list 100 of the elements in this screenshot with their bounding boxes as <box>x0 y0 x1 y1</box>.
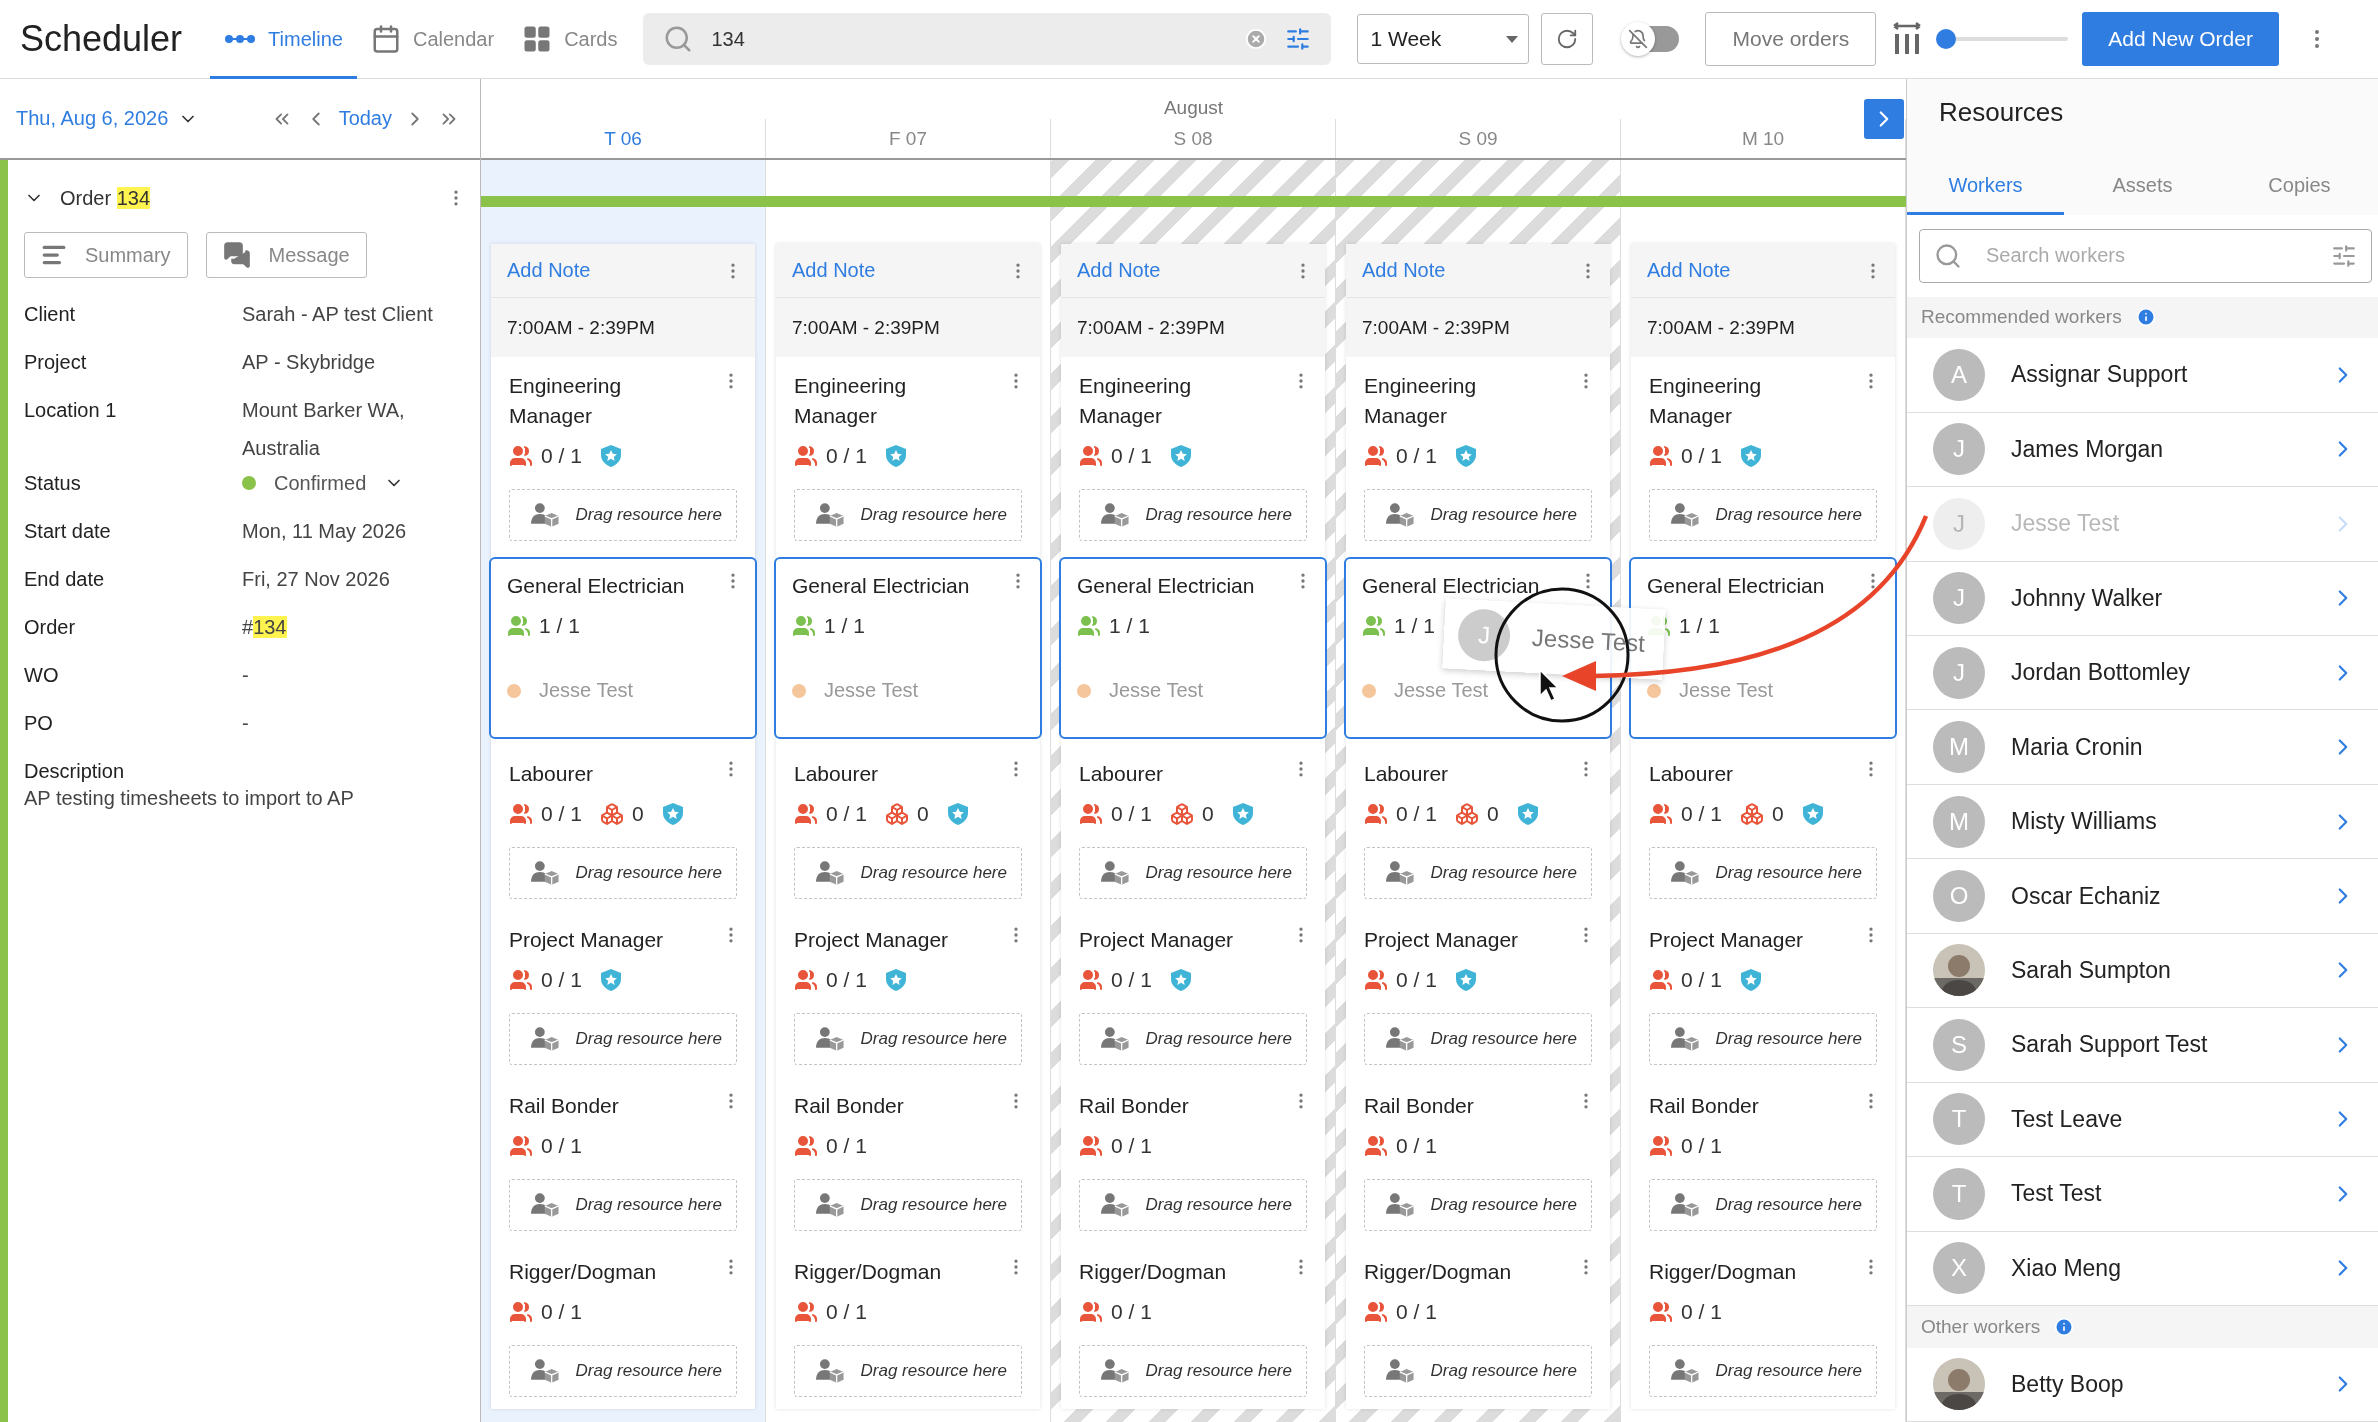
info-icon[interactable] <box>2054 1316 2075 1337</box>
role-title: General Electrician <box>1077 573 1255 599</box>
drop-zone[interactable]: Drag resource here <box>1364 1013 1592 1065</box>
timeline-icon <box>224 33 257 45</box>
view-tab[interactable]: Calendar <box>356 0 509 79</box>
person-box-icon <box>815 860 845 886</box>
view-tab[interactable]: Cards <box>508 0 632 79</box>
worker-row[interactable]: A Assignar Support <box>1907 338 2378 413</box>
role-slot-card[interactable]: General Electrician 1 / 1 Jesse Test <box>774 557 1042 739</box>
worker-name: Jordan Bottomley <box>2011 659 2191 687</box>
drop-zone[interactable]: Drag resource here <box>1079 1013 1307 1065</box>
drop-zone[interactable]: Drag resource here <box>1649 1345 1877 1397</box>
drop-zone[interactable]: Drag resource here <box>509 847 737 899</box>
worker-row[interactable]: X Xiao Meng <box>1907 1231 2378 1306</box>
search-input[interactable]: Search workers <box>1984 243 2309 269</box>
drop-zone[interactable]: Drag resource here <box>1649 489 1877 541</box>
drop-zone[interactable]: Drag resource here <box>1649 1013 1877 1065</box>
worker-row[interactable]: O Oscar Echaniz <box>1907 859 2378 934</box>
refresh-button[interactable] <box>1541 13 1594 65</box>
drop-zone[interactable]: Drag resource here <box>509 489 737 541</box>
add-note-link[interactable]: Add Note <box>1362 259 1446 282</box>
summary-button[interactable]: Summary <box>24 232 188 278</box>
drop-zone[interactable]: Drag resource here <box>509 1179 737 1231</box>
drop-zone[interactable]: Drag resource here <box>1364 1345 1592 1397</box>
asset-count: 0 <box>1771 802 1784 826</box>
filled-count: 0 / 1 <box>826 444 867 468</box>
filter-icon[interactable] <box>1285 26 1312 52</box>
filled-count: 1 / 1 <box>824 614 865 638</box>
field-label: Order <box>24 615 77 640</box>
drop-zone[interactable]: Drag resource here <box>1079 489 1307 541</box>
drop-zone[interactable]: Drag resource here <box>1364 847 1592 899</box>
drop-zone[interactable]: Drag resource here <box>1079 1345 1307 1397</box>
panel-title: Resources <box>1938 97 2065 129</box>
refresh-icon <box>1556 28 1579 50</box>
role-title: Rail Bonder <box>1079 1093 1189 1119</box>
field-label: Description <box>24 759 126 784</box>
drop-zone[interactable]: Drag resource here <box>794 847 1022 899</box>
filled-count: 1 / 1 <box>1394 614 1435 638</box>
add-note-link[interactable]: Add Note <box>507 259 591 282</box>
role-title: Rigger/Dogman <box>1079 1259 1227 1285</box>
worker-name: Misty Williams <box>2011 808 2158 836</box>
drop-zone[interactable]: Drag resource here <box>509 1013 737 1065</box>
drop-zone[interactable]: Drag resource here <box>1649 847 1877 899</box>
drop-zone[interactable]: Drag resource here <box>1364 489 1592 541</box>
add-note-link[interactable]: Add Note <box>1647 259 1731 282</box>
role-title: Rigger/Dogman <box>1649 1259 1797 1285</box>
worker-row[interactable]: J Jordan Bottomley <box>1907 636 2378 711</box>
drop-zone[interactable]: Drag resource here <box>1649 1179 1877 1231</box>
slider-thumb[interactable] <box>1936 29 1957 49</box>
search-field[interactable]: Search workers <box>1919 229 2372 283</box>
drop-zone[interactable]: Drag resource here <box>794 489 1022 541</box>
worker-row[interactable]: S Sarah Support Test <box>1907 1008 2378 1083</box>
range-select[interactable]: 1 Week <box>1357 14 1530 64</box>
role-title: General Electrician <box>507 573 685 599</box>
worker-row[interactable]: M Maria Cronin <box>1907 710 2378 785</box>
worker-row[interactable]: J James Morgan <box>1907 412 2378 488</box>
status-select[interactable]: Confirmed <box>242 467 466 499</box>
clear-icon[interactable] <box>1245 28 1268 50</box>
worker-row[interactable]: T Test Test <box>1907 1157 2378 1232</box>
move-orders-button[interactable]: Move orders <box>1705 12 1877 66</box>
worker-row[interactable]: J Johnny Walker <box>1907 561 2378 636</box>
add-order-button[interactable]: Add New Order <box>2082 12 2279 66</box>
worker-name: Assignar Support <box>2011 361 2189 389</box>
filled-count: 0 / 1 <box>826 802 867 826</box>
role-title: Engineering Manager <box>794 373 908 429</box>
role-title: Project Manager <box>1364 927 1519 953</box>
expand-panel-button[interactable] <box>1864 99 1904 139</box>
field-value: Sarah - AP test Client <box>242 302 434 327</box>
drop-zone[interactable]: Drag resource here <box>794 1013 1022 1065</box>
columns-width-icon[interactable] <box>1892 22 1923 56</box>
boxes-icon <box>1169 802 1194 826</box>
worker-row[interactable]: M Misty Williams <box>1907 784 2378 860</box>
message-button[interactable]: Message <box>205 232 367 278</box>
resource-tab[interactable]: Workers <box>1907 159 2064 215</box>
view-tab[interactable]: Timeline <box>210 0 357 79</box>
drop-zone[interactable]: Drag resource here <box>794 1179 1022 1231</box>
drop-zone[interactable]: Drag resource here <box>1079 1179 1307 1231</box>
drop-zone[interactable]: Drag resource here <box>509 1345 737 1397</box>
zoom-slider[interactable] <box>1936 28 2069 50</box>
role-slot-card[interactable]: General Electrician 1 / 1 Jesse Test <box>489 557 757 739</box>
date-picker[interactable]: Thu, Aug 6, 2026 <box>16 107 199 130</box>
person-box-icon <box>1100 1192 1130 1218</box>
drop-zone[interactable]: Drag resource here <box>1079 847 1307 899</box>
search-field[interactable]: 134 <box>643 13 1332 65</box>
info-icon[interactable] <box>2135 307 2156 328</box>
today-button[interactable]: Today <box>332 107 398 130</box>
filled-count: 0 / 1 <box>1111 1300 1152 1324</box>
drop-zone[interactable]: Drag resource here <box>794 1345 1022 1397</box>
day-label: F 07 <box>889 127 927 150</box>
worker-row[interactable]: T Test Leave <box>1907 1082 2378 1158</box>
drop-zone[interactable]: Drag resource here <box>1364 1179 1592 1231</box>
person-box-icon <box>1100 860 1130 886</box>
add-note-link[interactable]: Add Note <box>792 259 876 282</box>
worker-row[interactable]: Betty Boop <box>1907 1347 2378 1422</box>
add-note-link[interactable]: Add Note <box>1077 259 1161 282</box>
worker-row[interactable]: Sarah Sumpton <box>1907 933 2378 1009</box>
filled-count: 0 / 1 <box>541 1300 582 1324</box>
filter-icon[interactable] <box>2331 242 2357 269</box>
role-slot-card[interactable]: General Electrician 1 / 1 Jesse Test <box>1059 557 1327 739</box>
shift-time: 7:00AM - 2:39PM <box>1647 316 1795 339</box>
